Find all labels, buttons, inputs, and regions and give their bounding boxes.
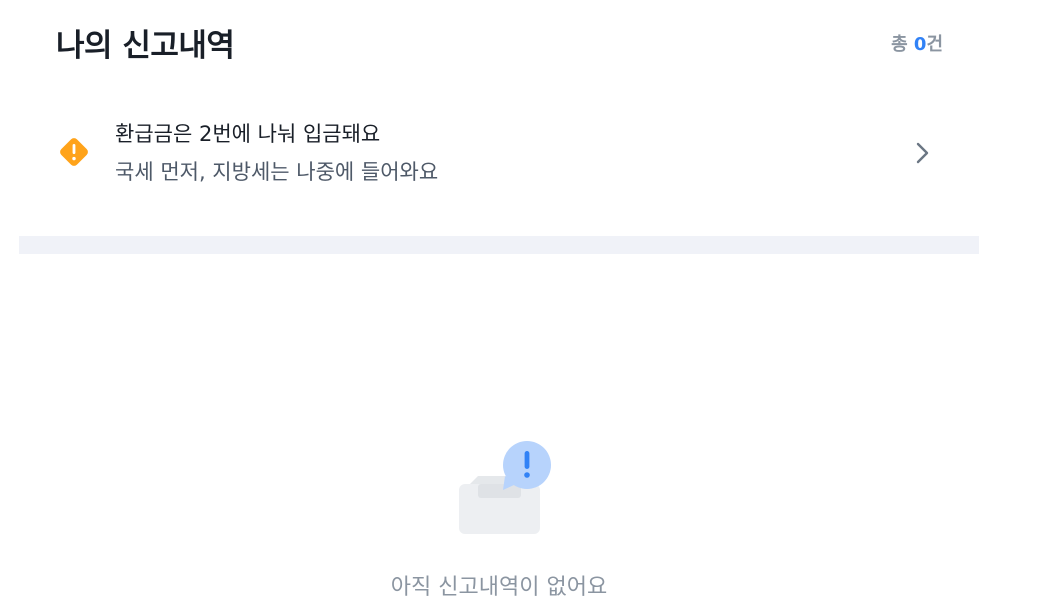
total-count-prefix: 총 [891,34,914,55]
notice-description: 국세 먼저, 지방세는 나중에 들어와요 [115,160,439,184]
warning-icon [60,138,88,166]
total-count: 총 0건 [891,30,943,56]
notice-title: 환급금은 2번에 나눠 입금돼요 [115,122,381,146]
total-count-suffix: 건 [926,34,943,55]
total-count-value: 0 [913,34,927,55]
chevron-right-icon [916,142,929,164]
section-divider [19,236,979,254]
empty-inbox-icon [459,441,551,534]
page: 나의 신고내역 총 0건 환급금은 2번에 나눠 입금돼요 국세 먼저, 지방세… [0,0,1041,615]
empty-state-message: 아직 신고내역이 없어요 [390,575,608,600]
refund-notice-banner[interactable]: 환급금은 2번에 나눠 입금돼요 국세 먼저, 지방세는 나중에 들어와요 [19,100,979,206]
page-title: 나의 신고내역 [56,28,235,64]
